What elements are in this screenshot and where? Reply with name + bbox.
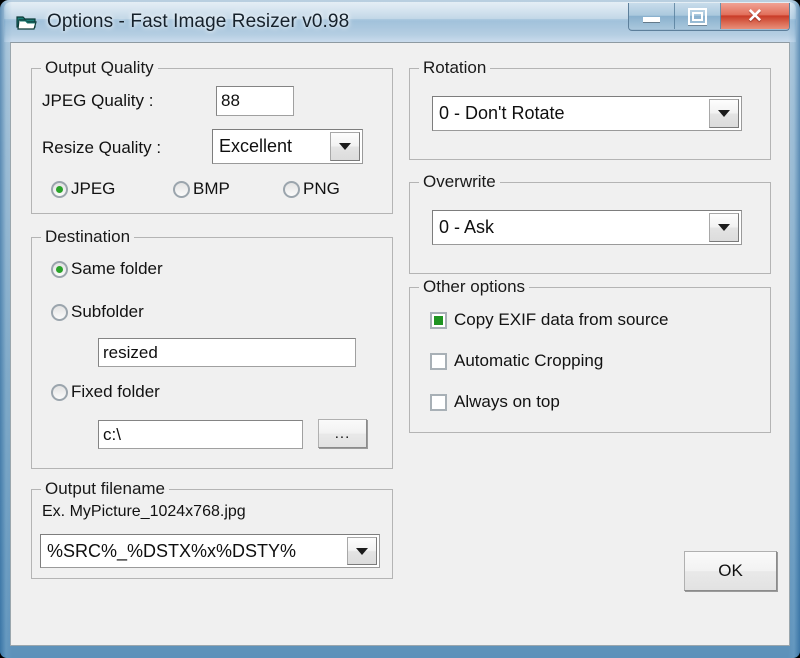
checkbox-copy-exif-label: Copy EXIF data from source (454, 310, 669, 329)
folder-stack-icon (16, 13, 37, 32)
group-output-quality: Output Quality JPEG Quality : 88 Resize … (31, 58, 393, 214)
radio-indicator (51, 383, 68, 401)
group-destination: Destination Same folder Subfolder resize… (31, 227, 393, 469)
dialog-client-area: Output Quality JPEG Quality : 88 Resize … (10, 42, 790, 646)
resize-quality-value: Excellent (219, 136, 293, 156)
radio-indicator (173, 180, 190, 198)
chevron-down-icon[interactable] (330, 132, 360, 161)
checkbox-automatic-cropping-label: Automatic Cropping (454, 351, 604, 370)
chevron-down-icon[interactable] (709, 213, 739, 242)
checkbox-always-on-top-label: Always on top (454, 392, 560, 411)
group-rotation: Rotation 0 - Don't Rotate (409, 58, 771, 160)
radio-indicator (51, 180, 68, 198)
maximize-button[interactable] (675, 3, 721, 29)
radio-indicator (51, 303, 68, 321)
jpeg-quality-value: 88 (221, 91, 240, 110)
destination-radio-same-folder-label: Same folder (71, 259, 163, 278)
rotation-value: 0 - Don't Rotate (439, 103, 565, 123)
title-bar[interactable]: Options - Fast Image Resizer v0.98 ✕ (4, 2, 796, 42)
group-destination-title: Destination (41, 227, 135, 247)
radio-indicator (283, 180, 300, 198)
group-overwrite-title: Overwrite (419, 172, 500, 192)
format-radio-jpeg-label: JPEG (71, 179, 116, 198)
jpeg-quality-input[interactable]: 88 (216, 86, 294, 116)
minimize-button[interactable] (629, 3, 675, 29)
window-title: Options - Fast Image Resizer v0.98 (47, 11, 350, 32)
maximize-icon (688, 7, 707, 25)
group-output-filename-title: Output filename (41, 479, 170, 499)
overwrite-combo[interactable]: 0 - Ask (432, 210, 742, 245)
filename-pattern-value: %SRC%_%DSTX%x%DSTY% (47, 540, 297, 561)
group-rotation-title: Rotation (419, 58, 491, 78)
checkbox-indicator (430, 393, 447, 411)
format-radio-jpeg[interactable]: JPEG (51, 179, 115, 199)
filename-pattern-combo[interactable]: %SRC%_%DSTX%x%DSTY% (40, 534, 380, 568)
checkbox-copy-exif[interactable]: Copy EXIF data from source (430, 310, 668, 330)
group-output-filename: Output filename Ex. MyPicture_1024x768.j… (31, 479, 393, 579)
destination-radio-subfolder-label: Subfolder (71, 302, 144, 321)
destination-radio-fixed-folder[interactable]: Fixed folder (51, 382, 160, 402)
fixed-folder-value: c:\ (103, 424, 121, 444)
chevron-down-icon[interactable] (347, 537, 377, 565)
radio-indicator (51, 260, 68, 278)
caption-button-group: ✕ (628, 3, 790, 31)
format-radio-bmp-label: BMP (193, 179, 230, 198)
close-button[interactable]: ✕ (721, 3, 789, 29)
resize-quality-combo[interactable]: Excellent (212, 129, 363, 164)
subfolder-input[interactable]: resized (98, 338, 356, 367)
destination-radio-fixed-folder-label: Fixed folder (71, 382, 160, 401)
format-radio-png-label: PNG (303, 179, 340, 198)
group-other-options-title: Other options (419, 277, 530, 297)
browse-button[interactable]: ... (318, 419, 367, 448)
checkbox-indicator (430, 311, 447, 329)
ok-button[interactable]: OK (684, 551, 777, 591)
fixed-folder-input[interactable]: c:\ (98, 420, 303, 449)
group-output-quality-title: Output Quality (41, 58, 158, 78)
filename-example-label: Ex. MyPicture_1024x768.jpg (42, 503, 246, 520)
group-other-options: Other options Copy EXIF data from source… (409, 277, 771, 433)
chevron-down-icon[interactable] (709, 99, 739, 128)
application-window: Options - Fast Image Resizer v0.98 ✕ Out… (0, 0, 800, 658)
checkbox-automatic-cropping[interactable]: Automatic Cropping (430, 351, 603, 371)
resize-quality-label: Resize Quality : (42, 138, 162, 157)
close-icon: ✕ (747, 5, 763, 27)
destination-radio-same-folder[interactable]: Same folder (51, 259, 163, 279)
rotation-combo[interactable]: 0 - Don't Rotate (432, 96, 742, 131)
subfolder-value: resized (103, 342, 158, 362)
checkbox-always-on-top[interactable]: Always on top (430, 392, 560, 412)
destination-radio-subfolder[interactable]: Subfolder (51, 302, 144, 322)
overwrite-value: 0 - Ask (439, 217, 495, 237)
jpeg-quality-label: JPEG Quality : (42, 91, 154, 110)
checkbox-indicator (430, 352, 447, 370)
format-radio-bmp[interactable]: BMP (173, 179, 230, 199)
group-overwrite: Overwrite 0 - Ask (409, 172, 771, 274)
minimize-icon (643, 16, 660, 22)
format-radio-png[interactable]: PNG (283, 179, 340, 199)
